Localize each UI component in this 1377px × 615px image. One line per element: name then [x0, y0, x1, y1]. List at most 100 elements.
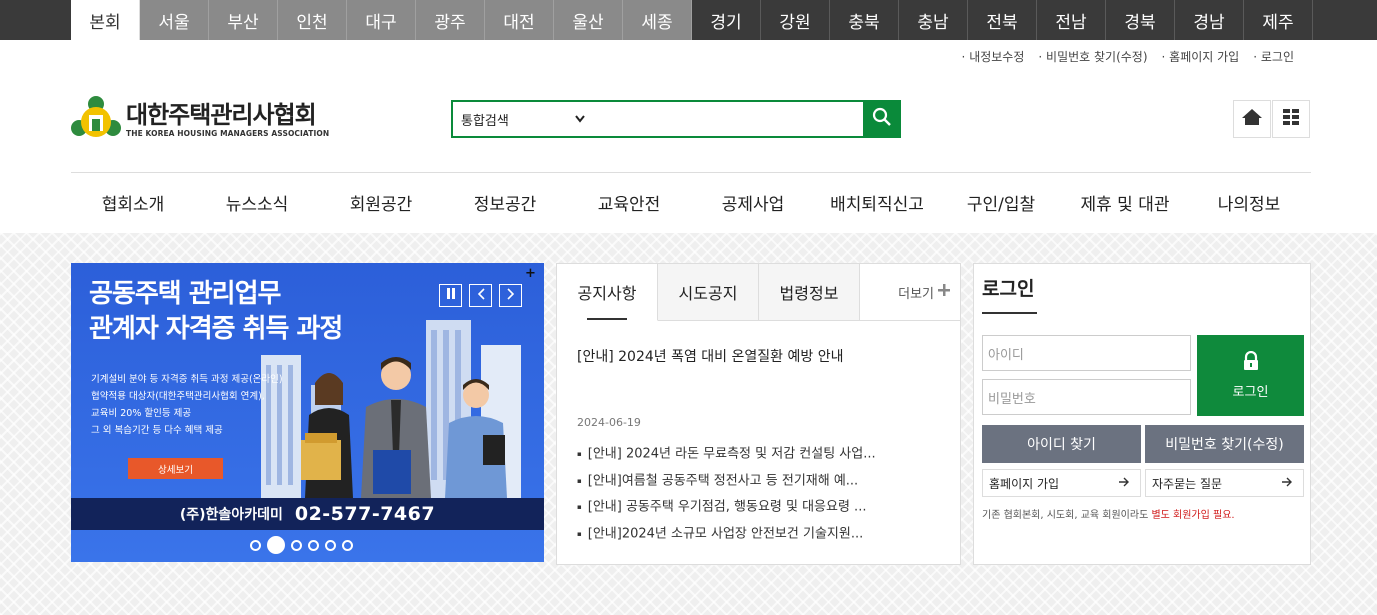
- region-tab[interactable]: 광주: [416, 0, 485, 40]
- list-item[interactable]: [안내] 공동주택 우기점검, 행동요령 및 대응요령 ...: [577, 494, 876, 521]
- nav-item[interactable]: 공제사업: [691, 173, 815, 232]
- featured-notice[interactable]: [안내] 2024년 폭염 대비 온열질환 예방 안내: [577, 346, 843, 366]
- main-navigation: 협회소개 뉴스소식 회원공간 정보공간 교육안전 공제사업 배치퇴직신고 구인/입찰 제휴 및 …: [71, 172, 1311, 232]
- tab-notice[interactable]: 공지사항: [557, 264, 658, 321]
- logo-subtitle: THE KOREA HOUSING MANAGERS ASSOCIATION: [126, 128, 330, 138]
- home-button[interactable]: [1233, 100, 1271, 138]
- search-icon: [872, 107, 892, 131]
- plus-icon: [938, 284, 950, 300]
- tab-region-notice[interactable]: 시도공지: [658, 264, 759, 320]
- region-tab[interactable]: 전북: [968, 0, 1037, 40]
- banner-description: 기계설비 분야 등 자격증 취득 과정 제공(온라인) 협약적용 대상자(대한주…: [91, 371, 283, 439]
- arrow-right-icon: [1282, 476, 1293, 490]
- password-field[interactable]: 비밀번호: [982, 379, 1191, 415]
- edit-profile-link[interactable]: 내정보수정: [962, 48, 1024, 65]
- nav-item[interactable]: 정보공간: [443, 173, 567, 232]
- more-label: 더보기: [898, 286, 934, 302]
- notice-tabs: 공지사항 시도공지 법령정보 더보기: [557, 264, 960, 321]
- more-link[interactable]: 더보기: [860, 264, 960, 320]
- grid-icon: [1283, 109, 1299, 129]
- logo-title: 대한주택관리사협회: [126, 100, 317, 129]
- search-button[interactable]: [863, 100, 901, 138]
- signup-link[interactable]: 홈페이지 가입: [1162, 48, 1239, 65]
- list-item[interactable]: [안내]여름철 공동주택 정전사고 등 전기재해 예...: [577, 468, 876, 495]
- banner-phone: 02-577-7467: [294, 503, 436, 525]
- nav-item[interactable]: 뉴스소식: [195, 173, 319, 232]
- find-id-button[interactable]: 아이디 찾기: [982, 425, 1141, 463]
- sitemap-button[interactable]: [1272, 100, 1310, 138]
- region-tab[interactable]: 대전: [485, 0, 554, 40]
- nav-item[interactable]: 회원공간: [319, 173, 443, 232]
- notice-panel: 공지사항 시도공지 법령정보 더보기 [안내] 2024년 폭염 대비 온열질환…: [556, 263, 961, 565]
- region-tab[interactable]: 울산: [554, 0, 623, 40]
- nav-item[interactable]: 제휴 및 대관: [1063, 173, 1187, 232]
- region-tab[interactable]: 강원: [761, 0, 830, 40]
- login-note: 기존 협회본회, 시도회, 교육 회원이라도 별도 회원가입 필요.: [982, 506, 1235, 521]
- region-tab[interactable]: 인천: [278, 0, 347, 40]
- signup-label: 홈페이지 가입: [989, 476, 1060, 491]
- nav-item[interactable]: 교육안전: [567, 173, 691, 232]
- nav-item[interactable]: 협회소개: [71, 173, 195, 232]
- banner-contact-bar: (주)한솔아카데미 02-577-7467: [71, 498, 544, 530]
- site-logo[interactable]: 대한주택관리사협회 THE KOREA HOUSING MANAGERS ASS…: [70, 95, 329, 143]
- list-item[interactable]: [안내] 2024년 라돈 무료측정 및 저감 컨설팅 사업...: [577, 441, 876, 468]
- banner-detail-button[interactable]: 상세보기: [128, 458, 223, 479]
- logo-emblem-icon: [70, 95, 122, 143]
- region-tab[interactable]: 제주: [1244, 0, 1313, 40]
- plus-icon: +: [525, 266, 536, 281]
- region-tab[interactable]: 경남: [1175, 0, 1244, 40]
- login-button[interactable]: 로그인: [1197, 335, 1304, 416]
- banner-title-line1: 공동주택 관리업무: [89, 279, 281, 309]
- region-tab[interactable]: 본회: [71, 0, 140, 40]
- pause-icon: [446, 288, 456, 303]
- search-scope-select[interactable]: 통합검색: [453, 102, 593, 136]
- banner-next-button[interactable]: [499, 284, 522, 307]
- search-bar: 통합검색: [451, 100, 901, 138]
- login-note-text: 기존 협회본회, 시도회, 교육 회원이라도: [982, 510, 1152, 521]
- faq-button[interactable]: 자주묻는 질문: [1145, 469, 1304, 497]
- login-button-label: 로그인: [1232, 385, 1269, 400]
- nav-item[interactable]: 나의정보: [1187, 173, 1311, 232]
- pagination-dot[interactable]: [308, 539, 319, 551]
- region-bar: 본회 서울 부산 인천 대구 광주 대전 울산 세종 경기 강원 충북 충남 전북 전남 경북 경남 제주: [0, 0, 1377, 40]
- tab-law-info[interactable]: 법령정보: [759, 264, 860, 320]
- pagination-dot[interactable]: [325, 539, 336, 551]
- list-item[interactable]: [안내]2024년 소규모 사업장 안전보건 기술지원...: [577, 521, 876, 548]
- region-tab[interactable]: 세종: [623, 0, 692, 40]
- region-tab[interactable]: 전남: [1037, 0, 1106, 40]
- region-tab[interactable]: 충북: [830, 0, 899, 40]
- banner-line-3: 교육비 20% 할인등 제공: [91, 408, 192, 419]
- region-tab[interactable]: 서울: [140, 0, 209, 40]
- nav-item[interactable]: 배치퇴직신고: [815, 173, 939, 232]
- banner-line-2: 협약적용 대상자(대한주택관리사협회 연계),: [91, 391, 265, 402]
- signup-button[interactable]: 홈페이지 가입: [982, 469, 1141, 497]
- login-link[interactable]: 로그인: [1253, 48, 1294, 65]
- search-input[interactable]: [593, 102, 863, 136]
- faq-label: 자주묻는 질문: [1152, 476, 1223, 491]
- logo-text: 대한주택관리사협회 THE KOREA HOUSING MANAGERS ASS…: [126, 101, 329, 138]
- region-tab[interactable]: 충남: [899, 0, 968, 40]
- banner-line-4: 그 외 복습기간 등 다수 혜택 제공: [91, 425, 223, 436]
- find-password-link[interactable]: 비밀번호 찾기(수정): [1038, 48, 1148, 65]
- arrow-right-icon: [1119, 476, 1130, 490]
- region-tab[interactable]: 부산: [209, 0, 278, 40]
- promo-banner[interactable]: 공동주택 관리업무 관계자 자격증 취득 과정 + 기계설비 분야 등 자격증 …: [71, 263, 544, 562]
- pagination-dot[interactable]: [291, 539, 302, 551]
- search-scope-value: 통합검색: [461, 113, 509, 129]
- chevron-left-icon: [477, 287, 485, 304]
- pagination-dot[interactable]: [250, 539, 261, 551]
- login-title: 로그인: [982, 278, 1035, 300]
- banner-prev-button[interactable]: [469, 284, 492, 307]
- region-tab[interactable]: 경북: [1106, 0, 1175, 40]
- region-tabs: 본회 서울 부산 인천 대구 광주 대전 울산 세종 경기 강원 충북 충남 전북 전남 경북 경남 제주: [71, 0, 1313, 40]
- banner-illustration: [261, 320, 521, 498]
- region-tab[interactable]: 경기: [692, 0, 761, 40]
- pagination-dot[interactable]: [267, 536, 285, 554]
- banner-pause-button[interactable]: [439, 284, 462, 307]
- nav-item[interactable]: 구인/입찰: [939, 173, 1063, 232]
- login-note-highlight: 별도 회원가입 필요.: [1151, 510, 1235, 521]
- pagination-dot[interactable]: [342, 539, 353, 551]
- user-id-field[interactable]: 아이디: [982, 335, 1191, 371]
- find-password-button[interactable]: 비밀번호 찾기(수정): [1145, 425, 1304, 463]
- region-tab[interactable]: 대구: [347, 0, 416, 40]
